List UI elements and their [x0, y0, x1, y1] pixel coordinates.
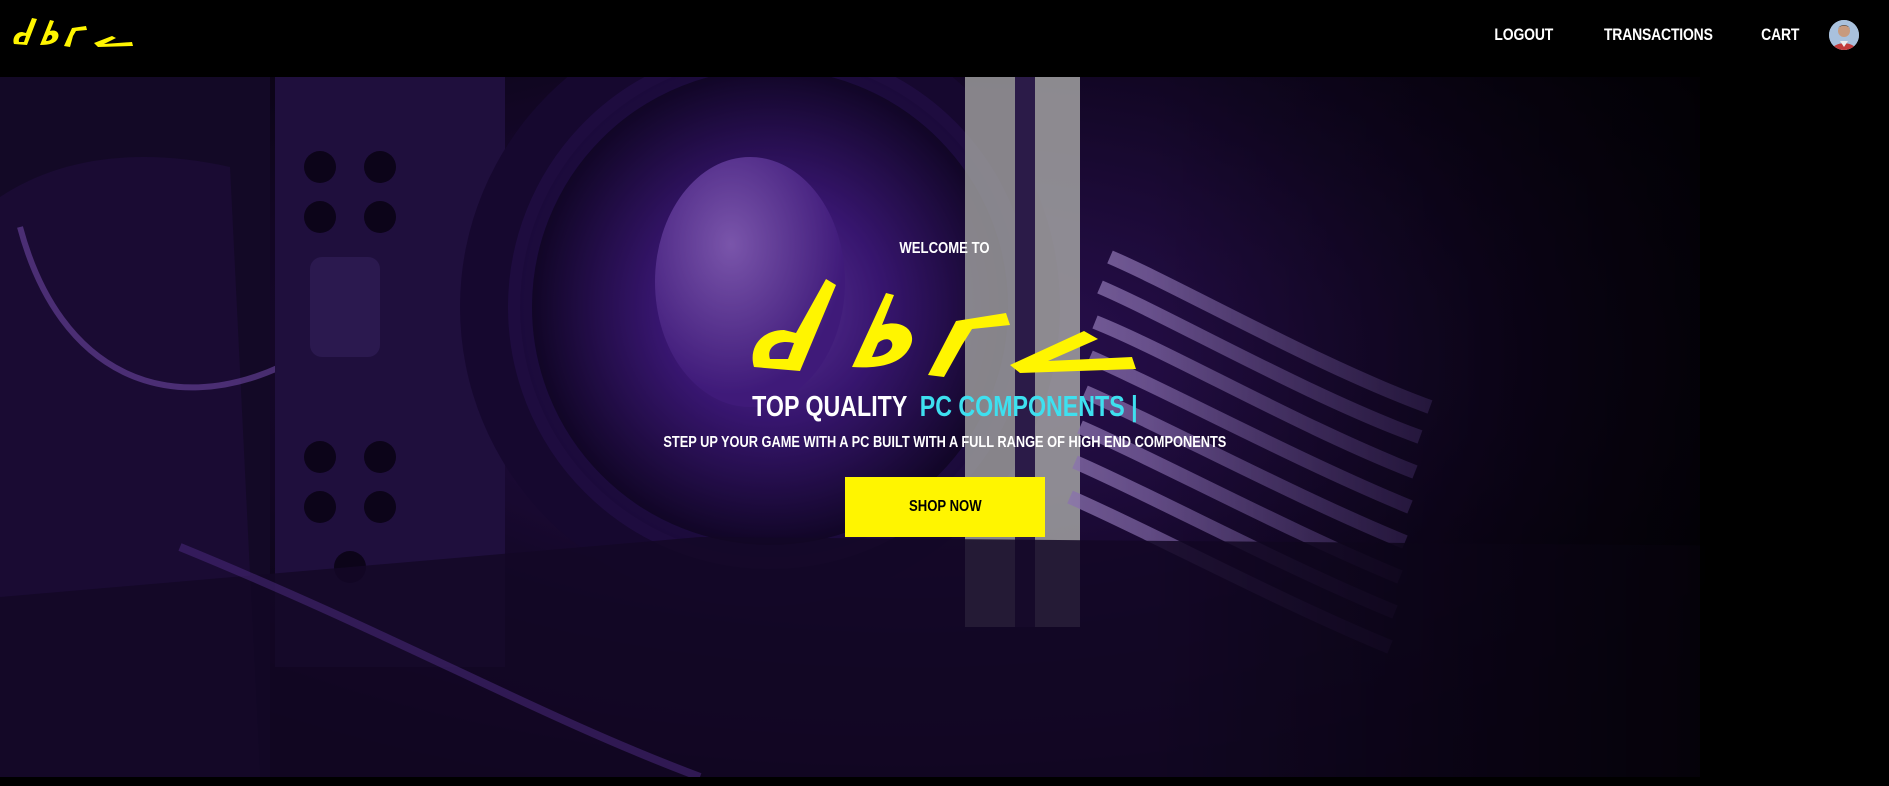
nav-cart-link[interactable]: CART — [1761, 25, 1799, 45]
hero-brand-logo — [752, 279, 1136, 377]
hero-tagline: TOP QUALITY PC COMPONENTS | — [0, 391, 1889, 424]
navbar: LOGOUT TRANSACTIONS CART — [0, 0, 1889, 77]
nav-links: LOGOUT TRANSACTIONS CART — [1456, 0, 1859, 70]
hero-subtitle-text: STEP UP YOUR GAME WITH A PC BUILT WITH A… — [663, 434, 1226, 451]
typing-cursor: | — [1130, 391, 1138, 423]
tagline-prefix: TOP QUALITY — [751, 391, 907, 423]
shop-now-button[interactable]: SHOP NOW — [845, 477, 1045, 537]
brand-logo[interactable] — [12, 14, 136, 48]
tagline-highlight: PC COMPONENTS — [919, 391, 1125, 423]
nav-transactions-link[interactable]: TRANSACTIONS — [1604, 25, 1713, 45]
nav-logout-link[interactable]: LOGOUT — [1495, 25, 1554, 45]
hero-subtitle: STEP UP YOUR GAME WITH A PC BUILT WITH A… — [0, 434, 1889, 452]
welcome-text: WELCOME TO — [899, 240, 990, 257]
shop-now-label: SHOP NOW — [908, 498, 982, 515]
hero-section: WELCOME TO TOP QUALITY PC COMPONENTS | S… — [0, 77, 1889, 777]
user-avatar-icon[interactable] — [1829, 20, 1859, 50]
hero-content: WELCOME TO TOP QUALITY PC COMPONENTS | S… — [0, 77, 1889, 777]
